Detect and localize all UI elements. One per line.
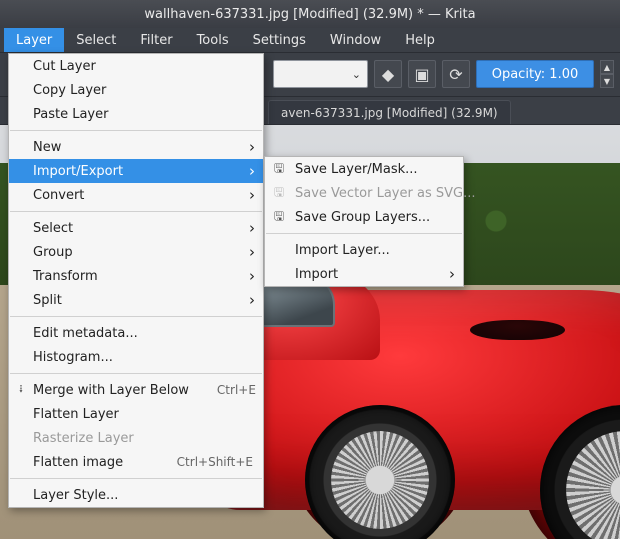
window-title: wallhaven-637331.jpg [Modified] (32.9M) … bbox=[144, 7, 475, 22]
document-tab[interactable]: aven-637331.jpg [Modified] (32.9M) bbox=[268, 100, 511, 124]
menu-save-group-layers-label: Save Group Layers... bbox=[295, 210, 430, 225]
menu-select-sub[interactable]: Select bbox=[9, 216, 263, 240]
canvas-image bbox=[470, 320, 565, 340]
menu-split[interactable]: Split bbox=[9, 288, 263, 312]
opacity-spin-up[interactable]: ▲ bbox=[600, 60, 614, 74]
separator bbox=[10, 373, 262, 374]
chevron-up-icon: ▲ bbox=[604, 63, 610, 72]
fill-bucket-icon: ◆ bbox=[382, 65, 394, 84]
menu-select[interactable]: Select bbox=[64, 28, 128, 52]
menu-histogram[interactable]: Histogram... bbox=[9, 345, 263, 369]
menu-save-vector-svg: 🖫 Save Vector Layer as SVG... bbox=[265, 181, 463, 205]
menu-layer-style[interactable]: Layer Style... bbox=[9, 483, 263, 507]
crop-icon: ▣ bbox=[414, 65, 429, 84]
menu-save-layer-mask-label: Save Layer/Mask... bbox=[295, 162, 418, 177]
save-icon: 🖫 bbox=[271, 161, 287, 177]
save-icon: 🖫 bbox=[271, 209, 287, 225]
crop-button[interactable]: ▣ bbox=[408, 60, 436, 88]
menu-import-export[interactable]: Import/Export bbox=[9, 159, 263, 183]
menu-group[interactable]: Group bbox=[9, 240, 263, 264]
opacity-slider[interactable]: Opacity: 1.00 bbox=[476, 60, 594, 88]
menu-merge-below[interactable]: ⭭ Merge with Layer Below Ctrl+E bbox=[9, 378, 263, 402]
menu-cut-layer[interactable]: Cut Layer bbox=[9, 54, 263, 78]
menu-import-sub[interactable]: Import bbox=[265, 262, 463, 286]
layer-menu: Cut Layer Copy Layer Paste Layer New Imp… bbox=[8, 53, 264, 508]
menu-filter[interactable]: Filter bbox=[128, 28, 184, 52]
menu-import-layer[interactable]: Import Layer... bbox=[265, 238, 463, 262]
menu-window[interactable]: Window bbox=[318, 28, 393, 52]
menu-merge-below-label: Merge with Layer Below bbox=[33, 383, 189, 398]
import-export-submenu: 🖫 Save Layer/Mask... 🖫 Save Vector Layer… bbox=[264, 156, 464, 287]
save-icon: 🖫 bbox=[271, 185, 287, 201]
fill-bucket-button[interactable]: ◆ bbox=[374, 60, 402, 88]
menu-tools[interactable]: Tools bbox=[185, 28, 241, 52]
opacity-label: Opacity: 1.00 bbox=[492, 67, 579, 82]
separator bbox=[10, 130, 262, 131]
menu-save-layer-mask[interactable]: 🖫 Save Layer/Mask... bbox=[265, 157, 463, 181]
menu-paste-layer[interactable]: Paste Layer bbox=[9, 102, 263, 126]
menu-flatten-image-label: Flatten image bbox=[33, 455, 123, 470]
rotate-button[interactable]: ⟳ bbox=[442, 60, 470, 88]
separator bbox=[266, 233, 462, 234]
document-tab-label: aven-637331.jpg [Modified] (32.9M) bbox=[281, 106, 498, 120]
menu-edit-metadata[interactable]: Edit metadata... bbox=[9, 321, 263, 345]
menu-help[interactable]: Help bbox=[393, 28, 447, 52]
menubar: Layer Select Filter Tools Settings Windo… bbox=[0, 28, 620, 53]
separator bbox=[10, 211, 262, 212]
chevron-down-icon: ⌄ bbox=[352, 68, 361, 81]
separator bbox=[10, 316, 262, 317]
menu-settings[interactable]: Settings bbox=[241, 28, 318, 52]
menu-save-vector-svg-label: Save Vector Layer as SVG... bbox=[295, 186, 475, 201]
menu-copy-layer[interactable]: Copy Layer bbox=[9, 78, 263, 102]
menu-convert[interactable]: Convert bbox=[9, 183, 263, 207]
menu-flatten-image[interactable]: Flatten image Ctrl+Shift+E bbox=[9, 450, 263, 474]
opacity-spin-down[interactable]: ▼ bbox=[600, 74, 614, 88]
shortcut: Ctrl+Shift+E bbox=[149, 455, 253, 469]
titlebar: wallhaven-637331.jpg [Modified] (32.9M) … bbox=[0, 0, 620, 28]
menu-new[interactable]: New bbox=[9, 135, 263, 159]
brush-preset-combo[interactable]: ⌄ bbox=[273, 60, 368, 88]
shortcut: Ctrl+E bbox=[189, 383, 256, 397]
merge-down-icon: ⭭ bbox=[13, 382, 29, 398]
menu-layer[interactable]: Layer bbox=[4, 28, 64, 52]
separator bbox=[10, 478, 262, 479]
menu-flatten-layer[interactable]: Flatten Layer bbox=[9, 402, 263, 426]
menu-transform[interactable]: Transform bbox=[9, 264, 263, 288]
menu-save-group-layers[interactable]: 🖫 Save Group Layers... bbox=[265, 205, 463, 229]
chevron-down-icon: ▼ bbox=[604, 77, 610, 86]
rotate-icon: ⟳ bbox=[449, 65, 462, 84]
menu-rasterize-layer: Rasterize Layer bbox=[9, 426, 263, 450]
